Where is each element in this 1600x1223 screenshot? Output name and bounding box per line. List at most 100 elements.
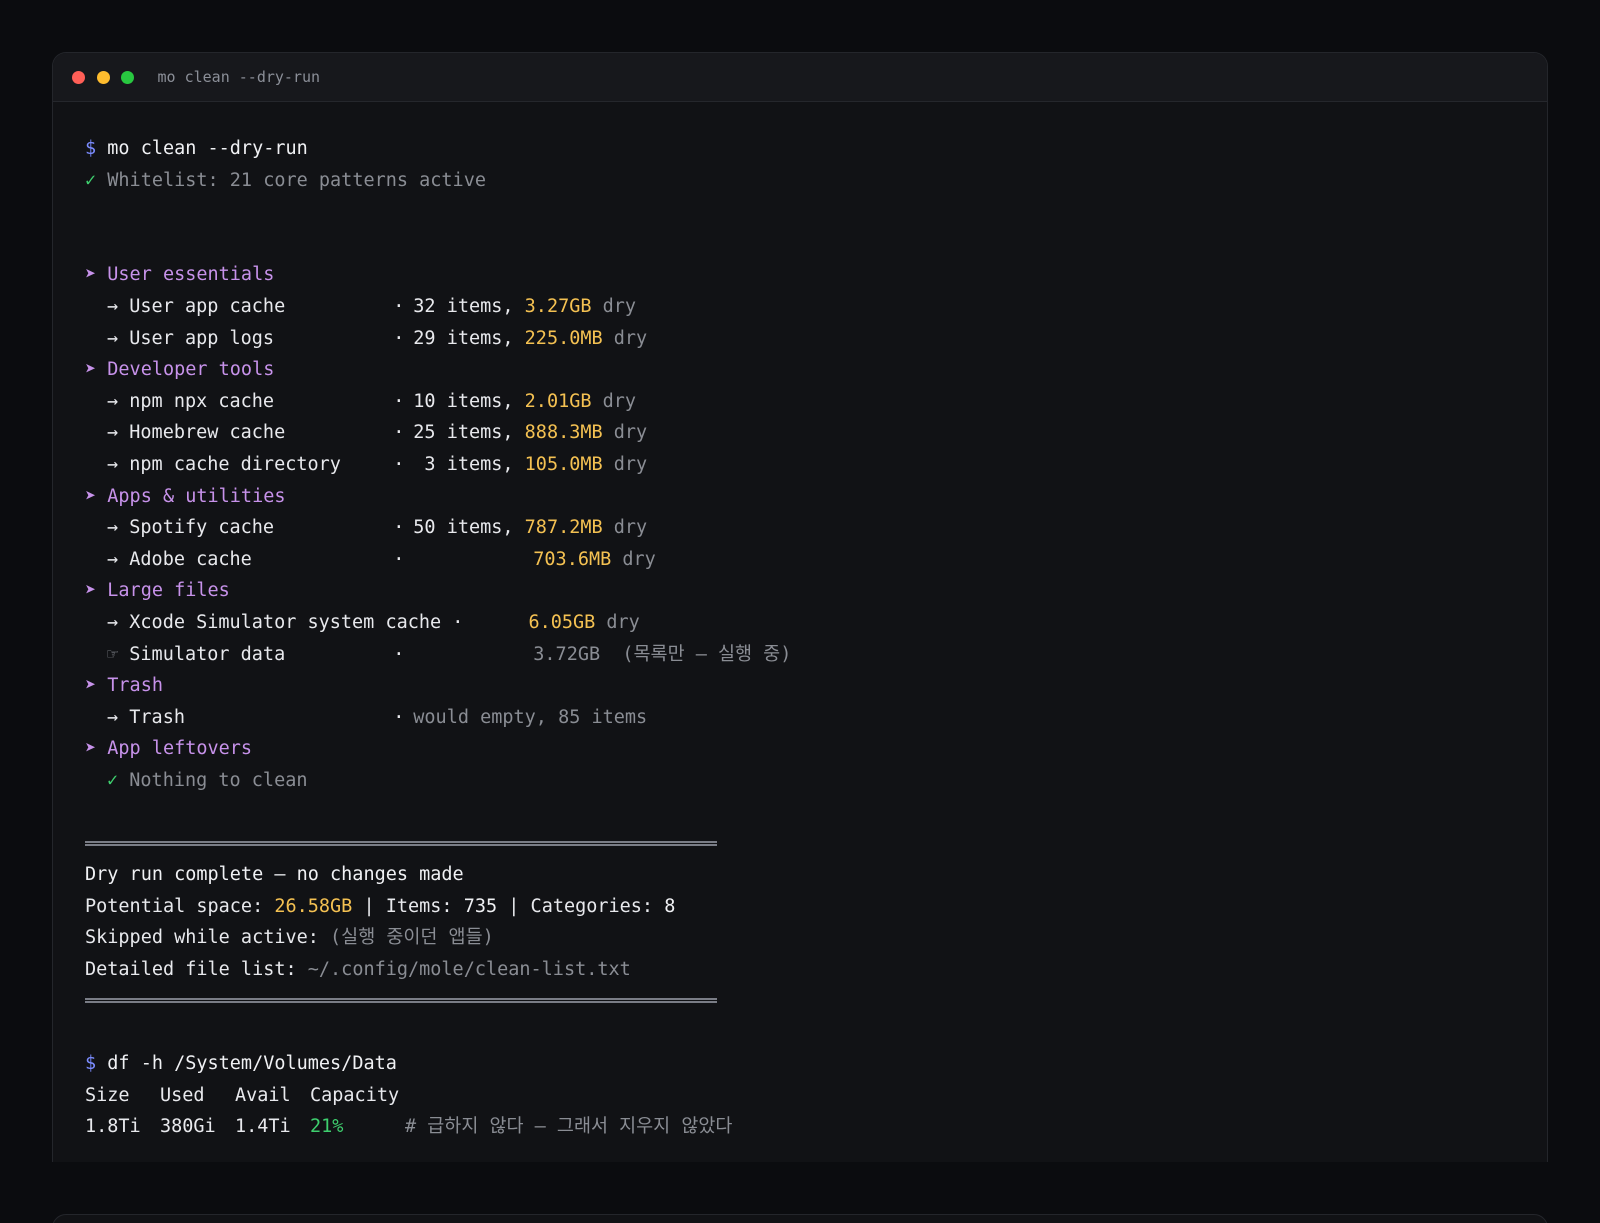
item-size: 225.0MB (524, 327, 603, 349)
summary-skipped-line: Skipped while active: (실행 중이던 앱들) (85, 922, 1547, 954)
window-title: mo clean --dry-run (157, 68, 321, 86)
item-name: User app logs (129, 327, 275, 349)
df-header-row: Size Used Avail Capacity (85, 1080, 1547, 1112)
close-button[interactable] (72, 70, 85, 84)
item-tag: dry (613, 422, 648, 444)
item-tag: dry (602, 295, 637, 317)
check-icon: ✓ (85, 169, 97, 191)
df-comment: # 급하지 않다 — 그래서 지우지 않았다 (405, 1116, 733, 1138)
section-arrow-icon: ➤ (85, 264, 97, 286)
clean-item: → Homebrew cache · 25 items, 888.3MB dry (85, 417, 1547, 449)
section-header: ➤ Developer tools (85, 354, 1547, 386)
item-size: 888.3MB (524, 422, 603, 444)
clean-item: → User app logs · 29 items, 225.0MB dry (85, 323, 1547, 355)
arrow-icon: → (107, 706, 119, 728)
clean-item: ☞ Simulator data · 3.72GB (목록만 — 실행 중) (85, 639, 1547, 671)
section-title: User essentials (107, 264, 275, 286)
df-value: 380Gi (160, 1116, 216, 1138)
command-line: $ df -h /System/Volumes/Data (85, 1048, 1547, 1080)
section-header: ➤ App leftovers (85, 733, 1547, 765)
items-label: | Items: (352, 895, 464, 917)
arrow-icon: → (107, 327, 119, 349)
divider (85, 841, 717, 847)
item-name: npm npx cache (129, 390, 275, 412)
list-path[interactable]: ~/.config/mole/clean-list.txt (308, 954, 631, 986)
list-label: Detailed file list: (85, 958, 308, 980)
item-count: 25 items, (413, 422, 514, 444)
prompt-symbol: $ (85, 1053, 97, 1075)
section-title: Large files (107, 580, 230, 602)
arrow-icon: → (107, 453, 119, 475)
item-tag: (목록만 — 실행 중) (622, 643, 792, 665)
summary-title: Dry run complete — no changes made (85, 864, 464, 886)
separator-dot: · (393, 706, 405, 728)
hand-pointer-icon: ☞ (107, 643, 119, 665)
item-name: npm cache directory (129, 453, 341, 475)
separator-dot: · (393, 295, 405, 317)
clean-item: → Spotify cache · 50 items, 787.2MB dry (85, 512, 1547, 544)
separator-dot: · (393, 548, 405, 570)
terminal-output[interactable]: $ mo clean --dry-run ✓ Whitelist: 21 cor… (85, 133, 1547, 1143)
section-arrow-icon: ➤ (85, 738, 97, 760)
arrow-icon: → (107, 517, 119, 539)
separator-dot: · (393, 643, 405, 665)
separator-dot: · (393, 422, 405, 444)
separator-dot: · (393, 390, 405, 412)
item-tag: dry (613, 327, 648, 349)
item-note: would empty, 85 items (413, 706, 648, 728)
df-capacity: 21% (310, 1116, 344, 1138)
arrow-icon: → (107, 422, 119, 444)
summary-line: Dry run complete — no changes made (85, 859, 1547, 891)
nothing-line: ✓ Nothing to clean (85, 765, 1547, 797)
clean-item: → Xcode Simulator system cache · 6.05GB d… (85, 607, 1547, 639)
nothing-text: Nothing to clean (129, 769, 308, 791)
item-count: 32 items, (413, 295, 514, 317)
item-name: User app cache (129, 295, 286, 317)
section-arrow-icon: ➤ (85, 580, 97, 602)
section-arrow-icon: ➤ (85, 359, 97, 381)
df-header: Used (160, 1084, 205, 1106)
section-title: Developer tools (107, 359, 275, 381)
item-tag: dry (606, 611, 640, 633)
space-value: 26.58GB (274, 895, 353, 917)
section-arrow-icon: ➤ (85, 485, 97, 507)
terminal-window: mo clean --dry-run $ mo clean --dry-run … (52, 52, 1548, 1162)
item-size: 703.6MB (533, 548, 612, 570)
section-header: ➤ Trash (85, 670, 1547, 702)
arrow-icon: → (107, 390, 119, 412)
df-value: 1.8Ti (85, 1116, 141, 1138)
separator-dot: · (393, 327, 405, 349)
clean-item: → npm npx cache · 10 items, 2.01GB dry (85, 386, 1547, 418)
df-header: Capacity (310, 1084, 400, 1106)
item-size: 6.05GB (528, 611, 596, 633)
item-size: 105.0MB (524, 453, 603, 475)
maximize-button[interactable] (121, 70, 134, 84)
item-name: Homebrew cache (129, 422, 286, 444)
separator-dot: · (393, 517, 405, 539)
df-header: Avail (235, 1084, 291, 1106)
clean-item: → npm cache directory · 3 items, 105.0MB … (85, 449, 1547, 481)
arrow-icon: → (107, 295, 119, 317)
whitelist-line: ✓ Whitelist: 21 core patterns active (85, 165, 1547, 197)
separator-dot: · (452, 611, 464, 633)
whitelist-text: Whitelist: 21 core patterns active (107, 169, 486, 191)
minimize-button[interactable] (96, 70, 110, 84)
summary-list-line: Detailed file list: ~/.config/mole/clean… (85, 954, 1547, 986)
title-bar: mo clean --dry-run (53, 53, 1547, 102)
df-value-row: 1.8Ti 380Gi 1.4Ti 21% # 급하지 않다 — 그래서 지우지 않았다 (85, 1111, 1547, 1143)
item-count: 50 items, (413, 517, 514, 539)
item-name: Simulator data (129, 643, 286, 665)
item-tag: dry (622, 548, 656, 570)
section-arrow-icon: ➤ (85, 675, 97, 697)
divider (85, 998, 717, 1004)
skipped-value: (실행 중이던 앱들) (330, 927, 494, 949)
check-icon: ✓ (107, 769, 119, 791)
command-line: $ mo clean --dry-run (85, 133, 1547, 165)
df-value: 1.4Ti (235, 1116, 291, 1138)
df-header: Size (85, 1084, 130, 1106)
item-name: Adobe cache (129, 548, 252, 570)
item-count: 3 items, (413, 453, 514, 475)
items-value: 735 (463, 895, 498, 917)
next-window-edge (52, 1214, 1548, 1223)
section-header: ➤ User essentials (85, 259, 1547, 291)
